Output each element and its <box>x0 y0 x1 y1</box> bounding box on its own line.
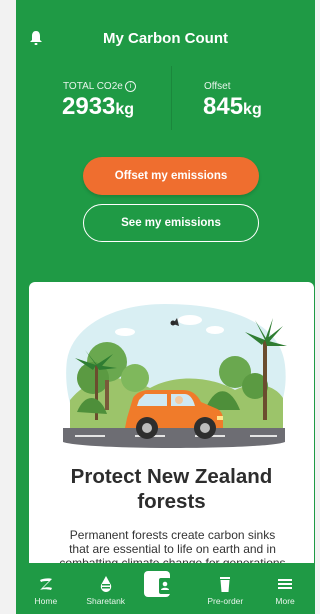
tab-home[interactable]: Home <box>16 563 76 614</box>
info-icon[interactable]: i <box>124 81 136 92</box>
total-co2e-number: 2933 <box>62 93 116 120</box>
phone-card-icon <box>159 578 172 594</box>
card-title-line1: Protect New Zealand <box>70 465 273 488</box>
forest-car-illustration <box>63 304 287 448</box>
card-title-line2: forests <box>137 490 206 513</box>
app-screen: My Carbon Count TOTAL CO2e i 2933kg Offse… <box>16 0 315 614</box>
tab-pre-order-label: Pre-order <box>207 596 244 606</box>
total-co2e-value: 2933kg <box>62 93 134 121</box>
tab-more[interactable]: More <box>255 563 315 614</box>
stats-divider <box>171 66 172 130</box>
bottom-tab-bar: Home Sharetank Pre-order More <box>16 563 315 614</box>
offset-emissions-button[interactable]: Offset my emissions <box>83 157 259 195</box>
offset-number: 845 <box>203 93 244 120</box>
stats-panel: TOTAL CO2e i 2933kg Offset 845kg <box>16 66 315 132</box>
page-title: My Carbon Count <box>103 30 228 47</box>
total-co2e-unit: kg <box>115 101 135 118</box>
promo-card[interactable]: Protect New Zealand forests Permanent fo… <box>29 282 314 582</box>
card-body-line1: Permanent forests create carbon sinks <box>69 528 276 542</box>
offset-unit: kg <box>243 101 262 118</box>
z-logo-icon <box>39 578 52 590</box>
see-emissions-button[interactable]: See my emissions <box>83 204 259 242</box>
tab-more-label: More <box>275 596 295 606</box>
tab-sharetank[interactable]: Sharetank <box>76 563 136 614</box>
card-body-line2: that are essential to life on earth and … <box>69 542 276 556</box>
total-co2e-label: TOTAL CO2e i <box>63 81 136 92</box>
tab-carbon[interactable] <box>136 563 196 614</box>
total-co2e-label-text: TOTAL CO2e <box>63 81 123 92</box>
offset-value: 845kg <box>203 93 262 121</box>
coffee-cup-icon <box>220 577 231 592</box>
tab-sharetank-label: Sharetank <box>86 596 126 606</box>
tab-pre-order[interactable]: Pre-order <box>195 563 255 614</box>
card-title: Protect New Zealand forests <box>29 464 314 514</box>
fuel-drop-icon <box>100 576 111 592</box>
menu-icon <box>278 579 293 589</box>
tab-home-label: Home <box>34 596 58 606</box>
offset-label: Offset <box>204 81 231 92</box>
